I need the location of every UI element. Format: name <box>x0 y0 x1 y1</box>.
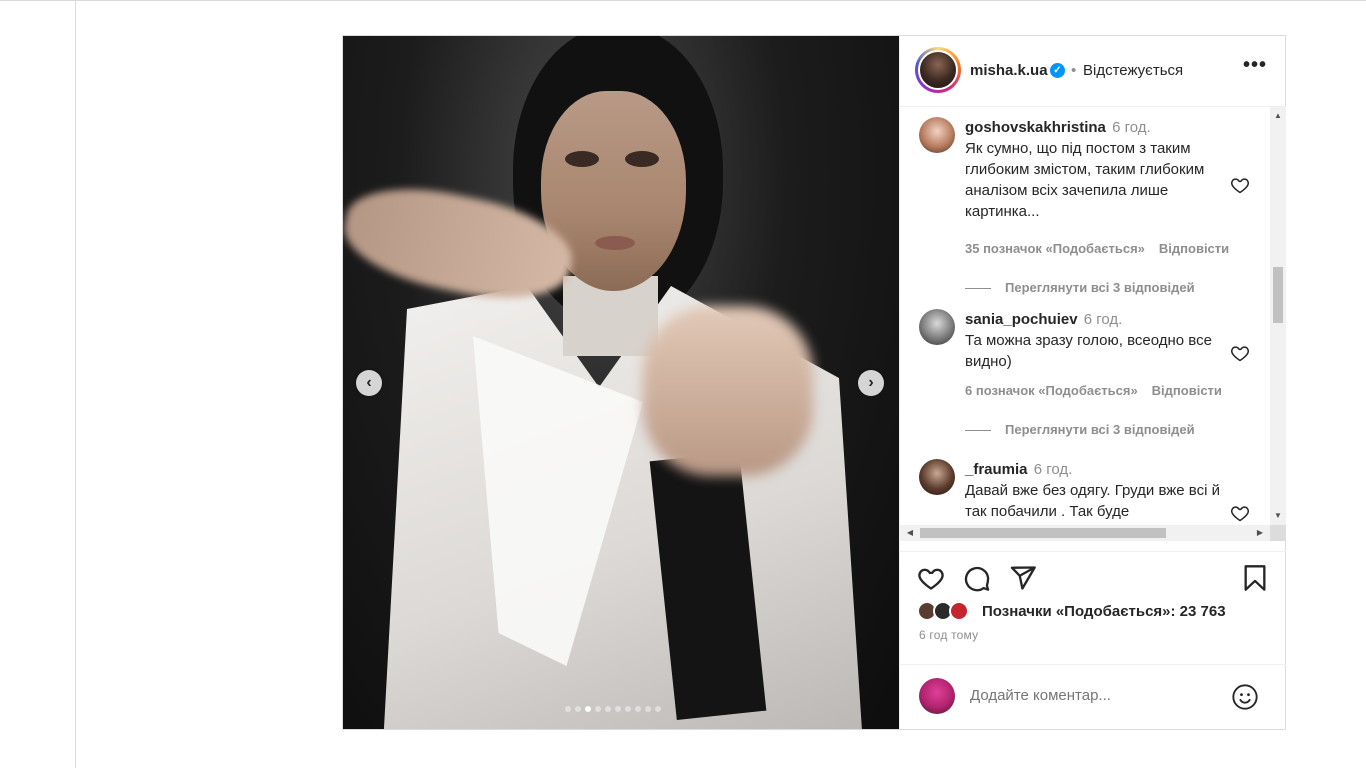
likes-row: Позначки «Подобається»: 23 763 <box>900 596 1286 626</box>
like-icon[interactable] <box>917 564 945 592</box>
save-bookmark-icon[interactable] <box>1241 564 1269 592</box>
photo-lips <box>595 236 635 250</box>
carousel-indicator <box>565 706 661 712</box>
comments-list[interactable]: goshovskakhristina 6 год. Як сумно, що п… <box>900 107 1286 561</box>
comments-horizontal-scrollbar[interactable]: ◀ ▶ <box>900 525 1270 541</box>
view-replies-button[interactable]: Переглянути всі 3 відповідей <box>965 422 1195 437</box>
comment-body: sania_pochuiev 6 год. Та можна зразу гол… <box>965 309 1235 372</box>
comment-text: Як сумно, що під постом з таким глибоким… <box>965 140 1205 220</box>
add-comment-section <box>900 664 1286 730</box>
liker-avatar[interactable] <box>949 601 969 621</box>
view-replies-line <box>965 430 991 432</box>
carousel-dot <box>585 706 591 712</box>
horizontal-scroll-thumb[interactable] <box>920 528 1166 538</box>
commenter-avatar[interactable] <box>919 117 955 153</box>
comment-text: Давай вже без одягу. Груди вже всі й так… <box>965 482 1220 520</box>
post-header: misha.k.ua ✓ • Відстежується ••• <box>900 36 1286 107</box>
commenter-avatar[interactable] <box>919 459 955 495</box>
carousel-dot <box>625 706 631 712</box>
vertical-scroll-thumb[interactable] <box>1273 267 1283 323</box>
comment-time[interactable]: 6 год. <box>1112 119 1151 136</box>
view-replies-button[interactable]: Переглянути всі 3 відповідей <box>965 280 1195 295</box>
comment-icon[interactable] <box>963 564 991 592</box>
comment-likes-count[interactable]: 6 позначок «Подобається» <box>965 383 1138 398</box>
view-replies-line <box>965 288 991 290</box>
scroll-right-arrow-icon[interactable]: ▶ <box>1252 525 1268 541</box>
comment-text: Та можна зразу голою, всеодно все видно) <box>965 332 1212 370</box>
scroll-left-arrow-icon[interactable]: ◀ <box>902 525 918 541</box>
left-sidebar-divider <box>75 0 76 768</box>
carousel-dot <box>605 706 611 712</box>
comment-time[interactable]: 6 год. <box>1034 461 1073 478</box>
scroll-up-arrow-icon[interactable]: ▲ <box>1270 109 1286 123</box>
post-photo[interactable]: ‹ › <box>343 36 899 729</box>
like-comment-icon[interactable] <box>1230 503 1250 523</box>
carousel-dot <box>635 706 641 712</box>
photo-eye-right <box>625 151 659 167</box>
carousel-dot <box>615 706 621 712</box>
add-comment-input[interactable] <box>970 687 1210 704</box>
comment-likes-count[interactable]: 35 позначок «Подобається» <box>965 241 1145 256</box>
more-options-button[interactable]: ••• <box>1243 54 1267 77</box>
photo-hand-right <box>643 306 813 476</box>
comment-username[interactable]: goshovskakhristina <box>965 119 1106 136</box>
commenter-avatar[interactable] <box>919 309 955 345</box>
reply-button[interactable]: Відповісти <box>1152 383 1222 398</box>
comment-meta: 35 позначок «Подобається» Відповісти <box>965 241 1229 256</box>
post-actions-bar <box>900 551 1286 602</box>
like-comment-icon[interactable] <box>1230 343 1250 363</box>
reply-button[interactable]: Відповісти <box>1159 241 1229 256</box>
next-slide-button[interactable]: › <box>858 370 884 396</box>
verified-badge-icon: ✓ <box>1050 63 1065 78</box>
comments-vertical-scrollbar[interactable]: ▲ ▼ <box>1270 107 1286 525</box>
previous-slide-button[interactable]: ‹ <box>356 370 382 396</box>
scrollbar-corner <box>1270 525 1286 541</box>
scroll-down-arrow-icon[interactable]: ▼ <box>1270 509 1286 523</box>
comment-time[interactable]: 6 год. <box>1084 311 1123 328</box>
share-icon[interactable] <box>1009 564 1037 592</box>
carousel-dot <box>645 706 651 712</box>
emoji-icon[interactable] <box>1231 683 1259 711</box>
comment-username[interactable]: sania_pochuiev <box>965 311 1078 328</box>
likes-count[interactable]: Позначки «Подобається»: 23 763 <box>982 603 1226 620</box>
author-avatar-ring[interactable] <box>915 47 961 93</box>
current-user-avatar <box>919 678 955 714</box>
view-replies-label[interactable]: Переглянути всі 3 відповідей <box>1005 422 1195 437</box>
author-avatar[interactable] <box>918 50 958 90</box>
author-username[interactable]: misha.k.ua <box>970 62 1048 79</box>
top-divider <box>0 0 1366 1</box>
comment-body: _fraumia 6 год. Давай вже без одягу. Гру… <box>965 459 1235 522</box>
carousel-dot <box>595 706 601 712</box>
following-status-button[interactable]: Відстежується <box>1083 62 1183 79</box>
comment-body: goshovskakhristina 6 год. Як сумно, що п… <box>965 117 1235 222</box>
post-dialog: ‹ › misha.k.ua ✓ • Відстежується ••• gos… <box>342 35 1286 730</box>
header-separator: • <box>1071 62 1077 79</box>
carousel-dot <box>655 706 661 712</box>
photo-eye-left <box>565 151 599 167</box>
carousel-dot <box>575 706 581 712</box>
view-replies-label[interactable]: Переглянути всі 3 відповідей <box>1005 280 1195 295</box>
comment-username[interactable]: _fraumia <box>965 461 1028 478</box>
comment-meta: 6 позначок «Подобається» Відповісти <box>965 383 1222 398</box>
like-comment-icon[interactable] <box>1230 175 1250 195</box>
post-timestamp[interactable]: 6 год тому <box>919 628 978 642</box>
carousel-dot <box>565 706 571 712</box>
post-side-panel: misha.k.ua ✓ • Відстежується ••• goshovs… <box>899 36 1286 729</box>
